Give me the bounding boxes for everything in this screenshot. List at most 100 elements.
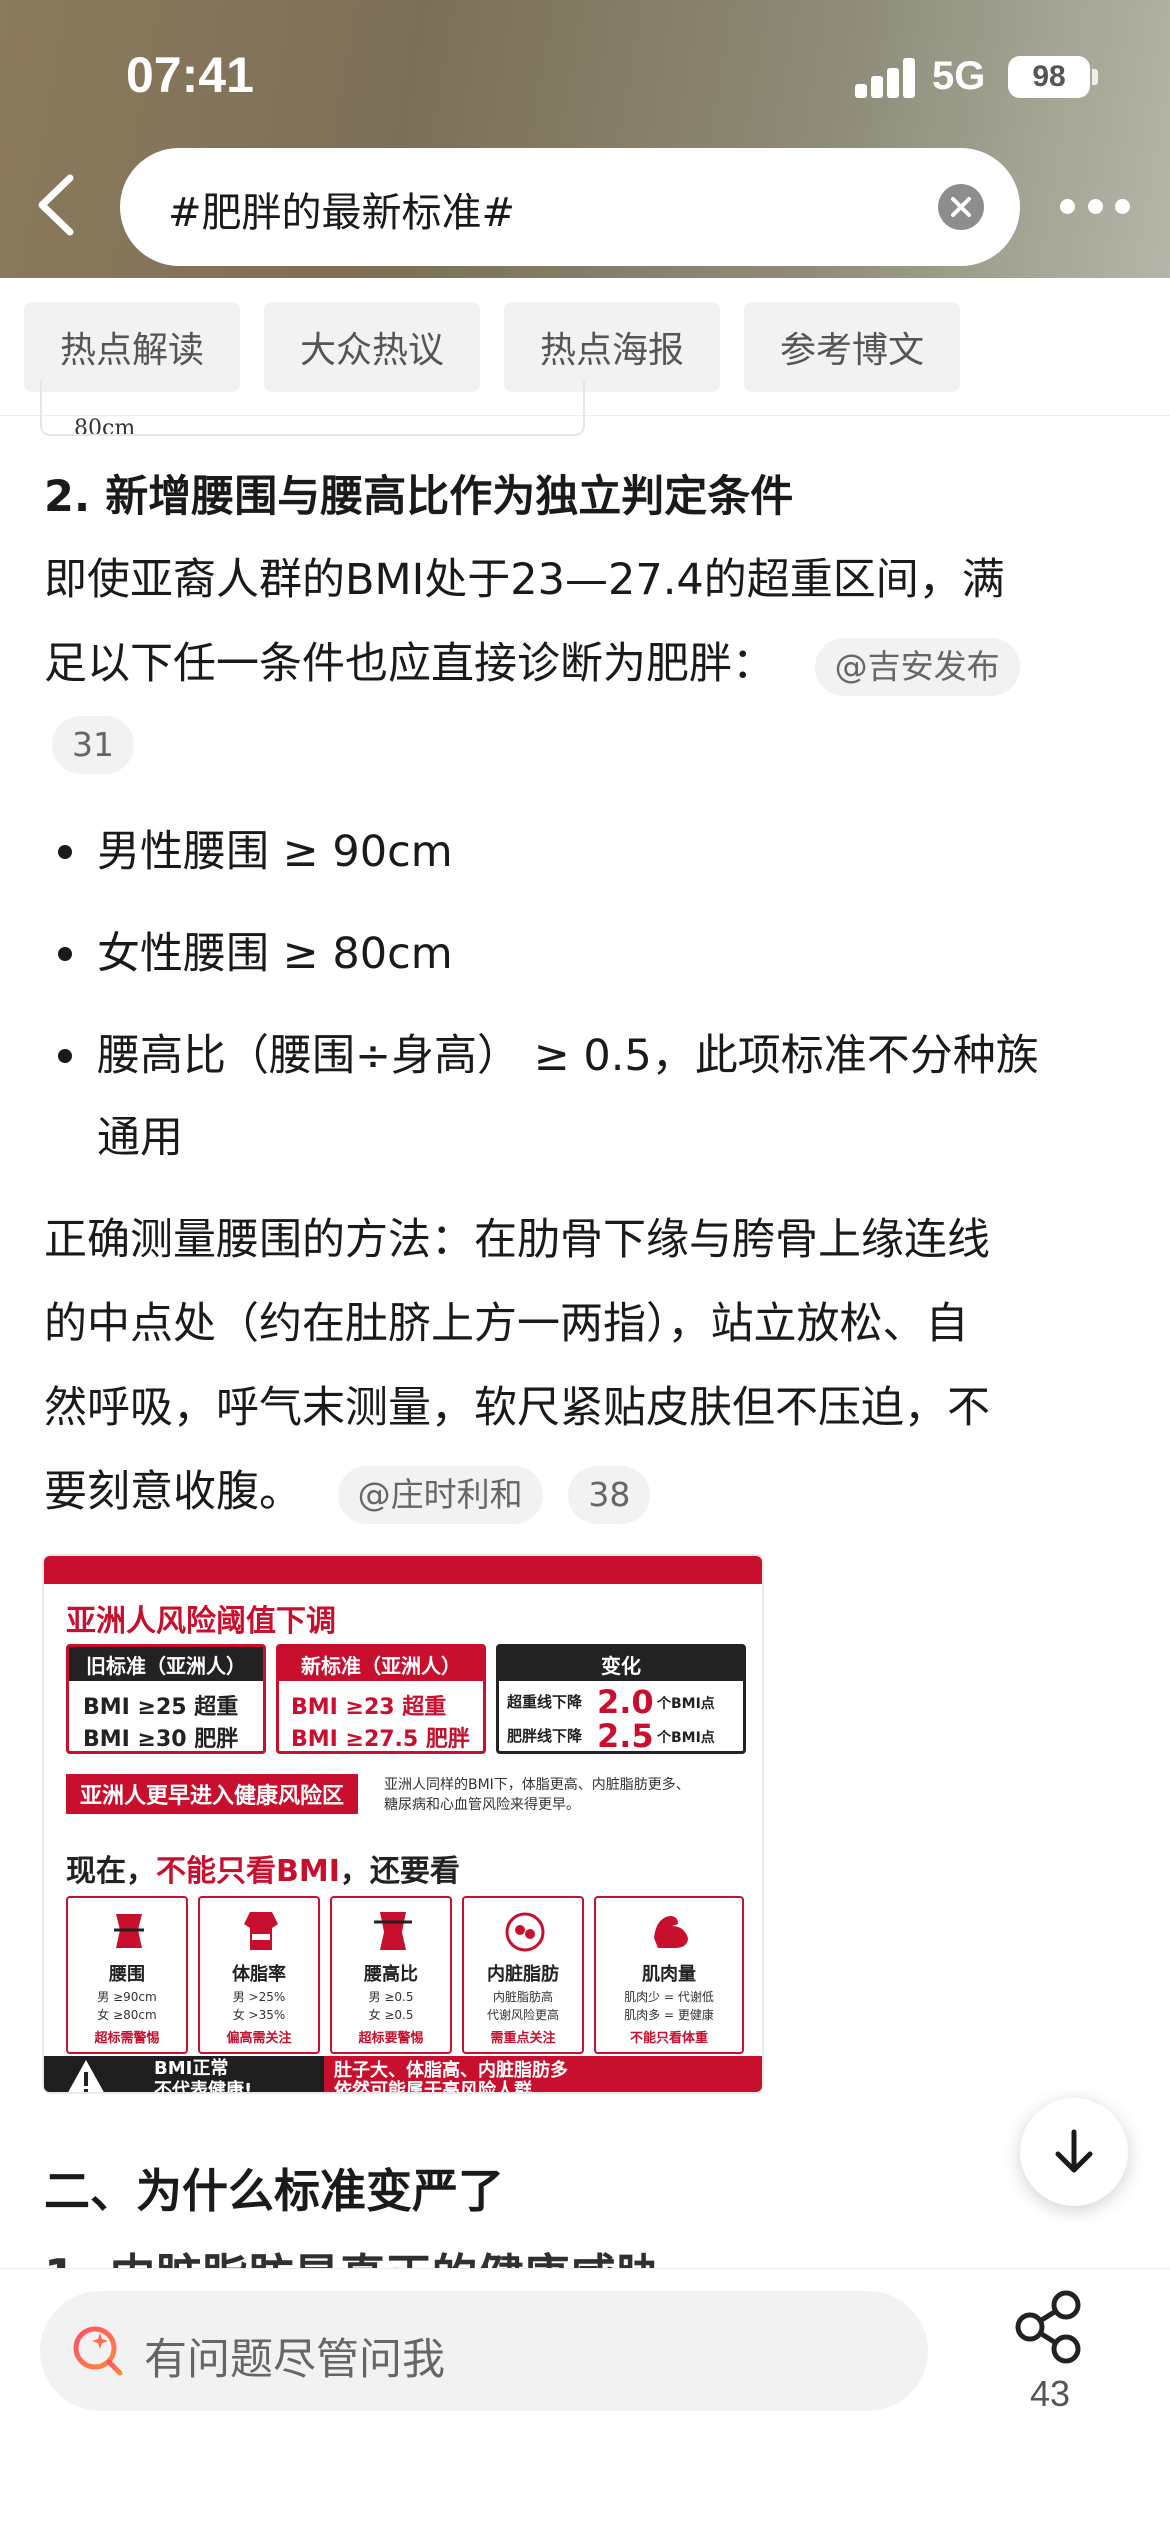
- search-input[interactable]: #肥胖的最新标准#: [120, 148, 1020, 266]
- metric-title: 体脂率: [232, 1964, 286, 1985]
- metric-title: 内脏脂肪: [487, 1964, 559, 1985]
- paragraph-line: 足以下任一条件也应直接诊断为肥胖： @吉安发布: [44, 622, 1134, 706]
- metric-card: 肌肉量 肌肉少 = 代谢低 肌肉多 = 更健康 不能只看体重: [594, 1896, 744, 2054]
- metric-card: 内脏脂肪 内脏脂肪高 代谢风险更高 需重点关注: [462, 1896, 584, 2054]
- share-icon: [1015, 2290, 1081, 2364]
- arrow-down-icon: [1055, 2129, 1093, 2173]
- bullet-dot: [58, 1049, 72, 1063]
- bullet-dot: [58, 845, 72, 859]
- risk-note: 亚洲人同样的BMI下，体脂更高、内脏脂肪更多、: [384, 1777, 690, 1793]
- more-options-icon[interactable]: [1060, 196, 1130, 216]
- bmi-infographic-image[interactable]: 亚洲人风险阈值下调 旧标准（亚洲人） BMI ≥25 超重 BMI ≥30 肥胖…: [42, 1554, 764, 2094]
- battery-icon: 98: [1008, 56, 1090, 98]
- section-heading: 二、为什么标准变严了: [44, 2164, 504, 2218]
- infographic-bottom-band: BMI正常 不代表健康! 肚子大、体脂高、内脏脂肪多 依然可能属于高风险人群: [44, 2056, 762, 2094]
- ask-placeholder: 有问题尽管问我: [144, 2335, 445, 2385]
- bottom-bar: 有问题尽管问我 43: [0, 2268, 1170, 2532]
- paragraph-line: 即使亚裔人群的BMI处于23—27.4的超重区间，满: [44, 555, 1005, 605]
- metric-title: 腰围: [109, 1964, 145, 1985]
- old-standard-row: BMI ≥30 肥胖: [83, 1727, 239, 1752]
- waist-height-icon: [374, 1912, 412, 1950]
- old-standard-box: 旧标准（亚洲人） BMI ≥25 超重 BMI ≥30 肥胖: [66, 1644, 266, 1754]
- change-header: 变化: [499, 1647, 743, 1681]
- status-time: 07:41: [126, 47, 254, 103]
- bullet-dot: [58, 947, 72, 961]
- ai-search-icon: [73, 2326, 123, 2376]
- bottom-left-line: 不代表健康!: [154, 2080, 253, 2094]
- paragraph-line: 要刻意收腹。 @庄时利和 38: [44, 1450, 1134, 1534]
- new-standard-box: 新标准（亚洲人） BMI ≥23 超重 BMI ≥27.5 肥胖: [276, 1644, 486, 1754]
- metric-detail: 肌肉多 = 更健康: [624, 2008, 714, 2022]
- clear-button[interactable]: [938, 184, 984, 230]
- metric-detail: 内脏脂肪高: [492, 1990, 553, 2004]
- now-emphasis: 不能只看BMI: [156, 1854, 340, 1889]
- change-box: 变化 超重线下降 2.0 个BMI点 肥胖线下降 2.5 个BMI点: [496, 1644, 746, 1755]
- tab-public-discussion[interactable]: 大众热议: [264, 302, 480, 392]
- reference-count-chip[interactable]: 31: [52, 716, 134, 774]
- change-label: 超重线下降: [507, 1693, 583, 1711]
- metric-tag: 超标需警惕: [94, 2031, 160, 2046]
- paragraph-text: 要刻意收腹。: [44, 1467, 302, 1517]
- bullet-text: 男性腰围 ≥ 90cm: [97, 827, 453, 877]
- now-prefix: 现在，: [66, 1854, 156, 1889]
- tab-hot-interpretation[interactable]: 热点解读: [24, 302, 240, 392]
- bottom-right-line: 依然可能属于高风险人群: [334, 2080, 532, 2094]
- battery-cap: [1092, 69, 1098, 85]
- reference-count-chip[interactable]: 38: [568, 1465, 651, 1524]
- share-count: 43: [1029, 2373, 1071, 2414]
- bullet-text: 腰高比（腰围÷身高） ≥ 0.5，此项标准不分种族: [97, 1031, 1039, 1081]
- metric-detail: 女 ≥80cm: [97, 2008, 157, 2022]
- close-icon: [951, 197, 971, 217]
- source-chip[interactable]: @庄时利和: [337, 1465, 543, 1524]
- metric-tag: 偏高需关注: [226, 2031, 292, 2046]
- metric-tag: 超标要警惕: [358, 2031, 424, 2046]
- metric-detail: 代谢风险更高: [486, 2008, 559, 2022]
- old-standard-header: 旧标准（亚洲人）: [69, 1647, 263, 1681]
- metric-detail: 男 >25%: [232, 1990, 286, 2004]
- source-chip[interactable]: @吉安发布: [814, 637, 1020, 696]
- back-button[interactable]: [26, 170, 86, 240]
- metric-tag: 需重点关注: [490, 2031, 556, 2046]
- paragraph-text: 足以下任一条件也应直接诊断为肥胖：: [44, 639, 775, 689]
- next-heading-peek: 1. 内脏脂肪是真正的健康威胁: [44, 2246, 662, 2268]
- body-fat-icon: [244, 1912, 278, 1950]
- waist-icon: [114, 1914, 144, 1948]
- metric-detail: 女 >35%: [232, 2008, 286, 2022]
- infographic-top-band: [44, 1556, 762, 1584]
- change-value: 2.0: [597, 1683, 654, 1721]
- bullet-text: 女性腰围 ≥ 80cm: [97, 929, 453, 979]
- change-unit: 个BMI点: [657, 1696, 715, 1712]
- metric-detail: 女 ≥0.5: [368, 2008, 414, 2022]
- change-label: 肥胖线下降: [507, 1727, 583, 1745]
- paragraph-line: 正确测量腰围的方法：在肋骨下缘与胯骨上缘连线: [44, 1215, 990, 1265]
- tab-hot-poster[interactable]: 热点海报: [504, 302, 720, 392]
- search-query: #肥胖的最新标准#: [168, 190, 516, 236]
- new-standard-header: 新标准（亚洲人）: [279, 1647, 483, 1681]
- old-standard-row: BMI ≥25 超重: [83, 1695, 239, 1720]
- cutoff-image-text: 80cm: [74, 416, 136, 436]
- bullet-text: 通用: [97, 1113, 183, 1163]
- infographic-title: 亚洲人风险阈值下调: [66, 1604, 336, 1639]
- metric-detail: 男 ≥0.5: [368, 1990, 414, 2004]
- metric-tag: 不能只看体重: [629, 2031, 708, 2046]
- change-unit: 个BMI点: [657, 1730, 715, 1746]
- metric-detail: 男 ≥90cm: [97, 1990, 157, 2004]
- new-standard-row: BMI ≥23 超重: [291, 1695, 447, 1720]
- new-standard-row: BMI ≥27.5 肥胖: [291, 1727, 470, 1752]
- metric-card: 腰高比 男 ≥0.5 女 ≥0.5 超标要警惕: [330, 1896, 452, 2054]
- risk-band: 亚洲人更早进入健康风险区: [66, 1774, 359, 1814]
- network-type: 5G: [932, 54, 986, 98]
- tab-reference-posts[interactable]: 参考博文: [744, 302, 960, 392]
- paragraph-line: 然呼吸，呼气末测量，软尺紧贴皮肤但不压迫，不: [44, 1383, 990, 1433]
- metric-title: 腰高比: [364, 1964, 418, 1985]
- now-suffix: ，还要看: [339, 1854, 460, 1889]
- top-header: 07:41 5G 98 #肥胖的最新标准#: [0, 0, 1170, 278]
- infographic-bottom-left: BMI正常 不代表健康!: [44, 2056, 324, 2094]
- scroll-down-button[interactable]: [1020, 2098, 1128, 2206]
- signal-icon: [855, 58, 917, 98]
- ask-input[interactable]: 有问题尽管问我: [40, 2291, 928, 2411]
- share-button[interactable]: [1010, 2287, 1090, 2367]
- cutoff-image-card[interactable]: 80cm: [40, 380, 585, 436]
- metric-title: 肌肉量: [642, 1964, 696, 1985]
- metric-card: 体脂率 男 >25% 女 >35% 偏高需关注: [198, 1896, 320, 2054]
